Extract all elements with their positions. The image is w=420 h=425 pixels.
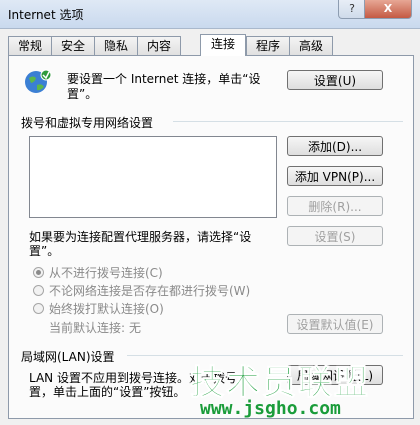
proxy-description: 如果要为连接配置代理服务器，请选择“设 — [29, 230, 252, 244]
radio-label: 始终拨打默认连接(O) — [49, 302, 164, 316]
tab-connections[interactable]: 连接 — [200, 34, 246, 56]
lan-settings-button[interactable]: 局域网设置(L) — [287, 365, 383, 385]
dialup-vpn-heading: 拨号和虚拟专用网络设置 — [21, 116, 154, 130]
radio-checked-icon — [33, 267, 44, 278]
internet-options-window: Internet 选项 ? X 常规 安全 隐私 内容 连接 程序 高级 要设置… — [0, 0, 420, 425]
remove-connection-button[interactable]: 删除(R)... — [287, 196, 383, 216]
radio-never-dial[interactable]: 从不进行拨号连接(C) — [33, 264, 163, 281]
radio-label: 从不进行拨号连接(C) — [49, 266, 163, 280]
tab-privacy[interactable]: 隐私 — [94, 36, 138, 55]
current-default-label: 当前默认连接: — [49, 321, 126, 335]
tab-programs[interactable]: 程序 — [246, 36, 290, 55]
connections-panel: 要设置一个 Internet 连接，单击“设 置”。 设置(U) 拨号和虚拟专用… — [8, 55, 414, 419]
lan-description-cont: 置，单击上面的“设置”按钮。 — [29, 385, 186, 399]
close-button[interactable]: X — [364, 0, 412, 19]
add-vpn-button[interactable]: 添加 VPN(P)... — [287, 166, 383, 186]
tab-security[interactable]: 安全 — [51, 36, 95, 55]
proxy-description-cont: 置”。 — [29, 244, 60, 258]
help-button[interactable]: ? — [338, 0, 366, 19]
add-connection-button[interactable]: 添加(D)... — [287, 136, 383, 156]
setup-description-cont: 置”。 — [67, 87, 98, 101]
lan-settings-heading: 局域网(LAN)设置 — [21, 350, 115, 364]
setup-button[interactable]: 设置(U) — [287, 70, 383, 90]
radio-unchecked-icon — [33, 285, 44, 296]
radio-dial-whenever[interactable]: 不论网络连接是否存在都进行拨号(W) — [33, 282, 250, 299]
current-default-value: 无 — [129, 321, 142, 335]
tab-general[interactable]: 常规 — [8, 36, 52, 55]
dialup-settings-button[interactable]: 设置(S) — [287, 226, 383, 246]
radio-unchecked-icon — [33, 303, 44, 314]
group-divider — [173, 121, 403, 122]
title-bar: Internet 选项 ? X — [0, 0, 420, 29]
radio-label: 不论网络连接是否存在都进行拨号(W) — [49, 284, 251, 298]
connections-list[interactable] — [29, 136, 277, 218]
window-title: Internet 选项 — [8, 8, 84, 22]
group-divider — [127, 355, 403, 356]
set-default-button[interactable]: 设置默认值(E) — [287, 314, 383, 334]
radio-always-dial-default[interactable]: 始终拨打默认连接(O) — [33, 300, 164, 317]
internet-globe-icon — [25, 69, 52, 93]
tab-content[interactable]: 内容 — [137, 36, 181, 55]
tab-advanced[interactable]: 高级 — [289, 36, 333, 55]
